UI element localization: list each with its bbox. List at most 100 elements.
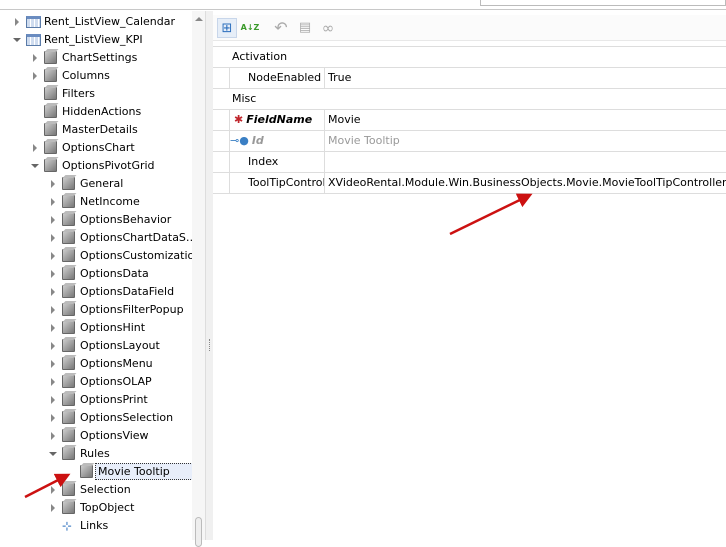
tree-node-columns[interactable]: Columns — [0, 67, 192, 85]
collapse-arrow-icon[interactable] — [33, 54, 37, 62]
collapse-arrow-icon[interactable] — [51, 486, 55, 494]
property-row-tooltipcontroller[interactable]: ToolTipControlleXVideoRental.Module.Win.… — [213, 173, 726, 194]
expand-arrow-icon[interactable] — [13, 38, 21, 42]
tree-node-label: General — [80, 177, 124, 190]
collapse-arrow-icon[interactable] — [51, 324, 55, 332]
collapse-arrow-icon[interactable] — [51, 252, 55, 260]
property-value: Movie Tooltip — [328, 134, 400, 147]
collapse-arrow-icon[interactable] — [33, 144, 37, 152]
tree-node-label: OptionsDataField — [80, 285, 175, 298]
tree-node-optionsmenu[interactable]: OptionsMenu — [0, 355, 192, 373]
tree-node-label: ChartSettings — [62, 51, 138, 64]
property-value[interactable]: Movie — [327, 110, 361, 130]
expand-arrow-icon[interactable] — [31, 164, 39, 168]
property-grid: Activation NodeEnabled True Misc ✱ FieldNa… — [213, 46, 726, 194]
property-row-fieldname[interactable]: ✱ FieldName Movie — [213, 110, 726, 131]
alphabetical-sort-icon[interactable]: A↓Z — [240, 18, 260, 38]
node-icon — [62, 447, 75, 460]
tree-node-label: OptionsLayout — [80, 339, 160, 352]
scroll-thumb[interactable] — [195, 517, 202, 547]
property-value[interactable]: XVideoRental.Module.Win.BusinessObjects.… — [327, 173, 726, 193]
tree-node-optionsbehavior[interactable]: OptionsBehavior — [0, 211, 192, 229]
tree-node-label: MasterDetails — [62, 123, 138, 136]
property-row-id[interactable]: ⊸● Id Movie Tooltip — [213, 131, 726, 152]
tree-node-netincome[interactable]: NetIncome — [0, 193, 192, 211]
tree-node-selection[interactable]: Selection — [0, 481, 192, 499]
tree-node-chartsettings[interactable]: ChartSettings — [0, 49, 192, 67]
tree-node-rules[interactable]: Rules — [0, 445, 192, 463]
collapse-arrow-icon[interactable] — [51, 378, 55, 386]
property-row-index[interactable]: Index — [213, 152, 726, 173]
node-icon — [62, 303, 75, 316]
collapse-arrow-icon[interactable] — [51, 216, 55, 224]
tree-node-optionsdatafield[interactable]: OptionsDataField — [0, 283, 192, 301]
tree-node-label: OptionsBehavior — [80, 213, 172, 226]
tree-node-optionsolap[interactable]: OptionsOLAP — [0, 373, 192, 391]
tree-node-label: Movie Tooltip — [95, 463, 193, 480]
tree-node-rent-listview-calendar[interactable]: Rent_ListView_Calendar — [0, 13, 192, 31]
tree-node-optionschartdatas-[interactable]: OptionsChartDataS… — [0, 229, 197, 247]
tree-node-links[interactable]: ⊹ Links — [0, 517, 192, 535]
tree-node-filters[interactable]: Filters — [0, 85, 192, 103]
collapse-arrow-icon[interactable] — [51, 198, 55, 206]
collapse-arrow-icon[interactable] — [33, 72, 37, 80]
tree-scrollbar[interactable] — [192, 11, 205, 547]
collapse-arrow-icon[interactable] — [51, 360, 55, 368]
node-icon — [44, 69, 57, 82]
splitter[interactable] — [205, 11, 213, 540]
categorized-icon[interactable]: ⊞ — [217, 18, 237, 38]
category-misc[interactable]: Misc — [213, 89, 726, 110]
link-icon[interactable]: ∞ — [318, 18, 338, 38]
tree-node-optionspivotgrid[interactable]: OptionsPivotGrid — [0, 157, 192, 175]
collapse-arrow-icon[interactable] — [51, 270, 55, 278]
property-name: Index — [229, 152, 325, 173]
collapse-arrow-icon[interactable] — [51, 504, 55, 512]
scroll-up-icon[interactable] — [195, 17, 203, 21]
tree-node-label: OptionsFilterPopup — [80, 303, 184, 316]
node-icon — [44, 141, 57, 154]
tree-node-label: HiddenActions — [62, 105, 142, 118]
node-icon — [62, 195, 75, 208]
node-icon — [62, 177, 75, 190]
collapse-arrow-icon[interactable] — [51, 306, 55, 314]
node-icon — [62, 285, 75, 298]
model-tree[interactable]: Rent_ListView_Calendar Rent_ListView_KPI C… — [0, 11, 205, 540]
tree-node-optionsselection[interactable]: OptionsSelection — [0, 409, 192, 427]
tree-node-general[interactable]: General — [0, 175, 192, 193]
tree-node-label: Selection — [80, 483, 131, 496]
tree-node-optionshint[interactable]: OptionsHint — [0, 319, 192, 337]
tree-node-movie-tooltip[interactable]: Movie Tooltip — [0, 463, 193, 481]
node-icon — [44, 105, 57, 118]
collapse-arrow-icon[interactable] — [15, 18, 19, 26]
pages-icon[interactable]: ▤ — [295, 18, 315, 38]
node-icon — [62, 231, 75, 244]
collapse-arrow-icon[interactable] — [51, 288, 55, 296]
collapse-arrow-icon[interactable] — [51, 342, 55, 350]
property-value[interactable]: True — [327, 68, 351, 88]
collapse-arrow-icon[interactable] — [51, 234, 55, 242]
collapse-arrow-icon[interactable] — [51, 432, 55, 440]
property-panel: ⊞ A↓Z ↶ ▤ ∞ Activation NodeEnabled True M… — [213, 11, 726, 540]
tree-node-hiddenactions[interactable]: HiddenActions — [0, 103, 192, 121]
tree-node-optionsfilterpopup[interactable]: OptionsFilterPopup — [0, 301, 192, 319]
category-activation[interactable]: Activation — [213, 47, 726, 68]
tree-node-optionschart[interactable]: OptionsChart — [0, 139, 192, 157]
tree-node-optionsprint[interactable]: OptionsPrint — [0, 391, 192, 409]
tree-node-optionsdata[interactable]: OptionsData — [0, 265, 192, 283]
tree-node-optionsview[interactable]: OptionsView — [0, 427, 192, 445]
undo-icon[interactable]: ↶ — [271, 18, 291, 38]
tree-node-optionscustomization[interactable]: OptionsCustomization — [0, 247, 201, 265]
collapse-arrow-icon[interactable] — [51, 180, 55, 188]
category-label: Activation — [232, 50, 288, 63]
category-label: Misc — [232, 92, 257, 105]
collapse-arrow-icon[interactable] — [51, 396, 55, 404]
node-icon — [80, 465, 93, 478]
collapse-arrow-icon[interactable] — [51, 414, 55, 422]
tree-node-topobject[interactable]: TopObject — [0, 499, 192, 517]
property-row-nodeenabled[interactable]: NodeEnabled True — [213, 68, 726, 89]
expand-arrow-icon[interactable] — [49, 452, 57, 456]
tree-node-rent-listview-kpi[interactable]: Rent_ListView_KPI — [0, 31, 192, 49]
tree-node-optionslayout[interactable]: OptionsLayout — [0, 337, 192, 355]
tree-node-masterdetails[interactable]: MasterDetails — [0, 121, 192, 139]
splitter-grip[interactable] — [209, 339, 211, 351]
